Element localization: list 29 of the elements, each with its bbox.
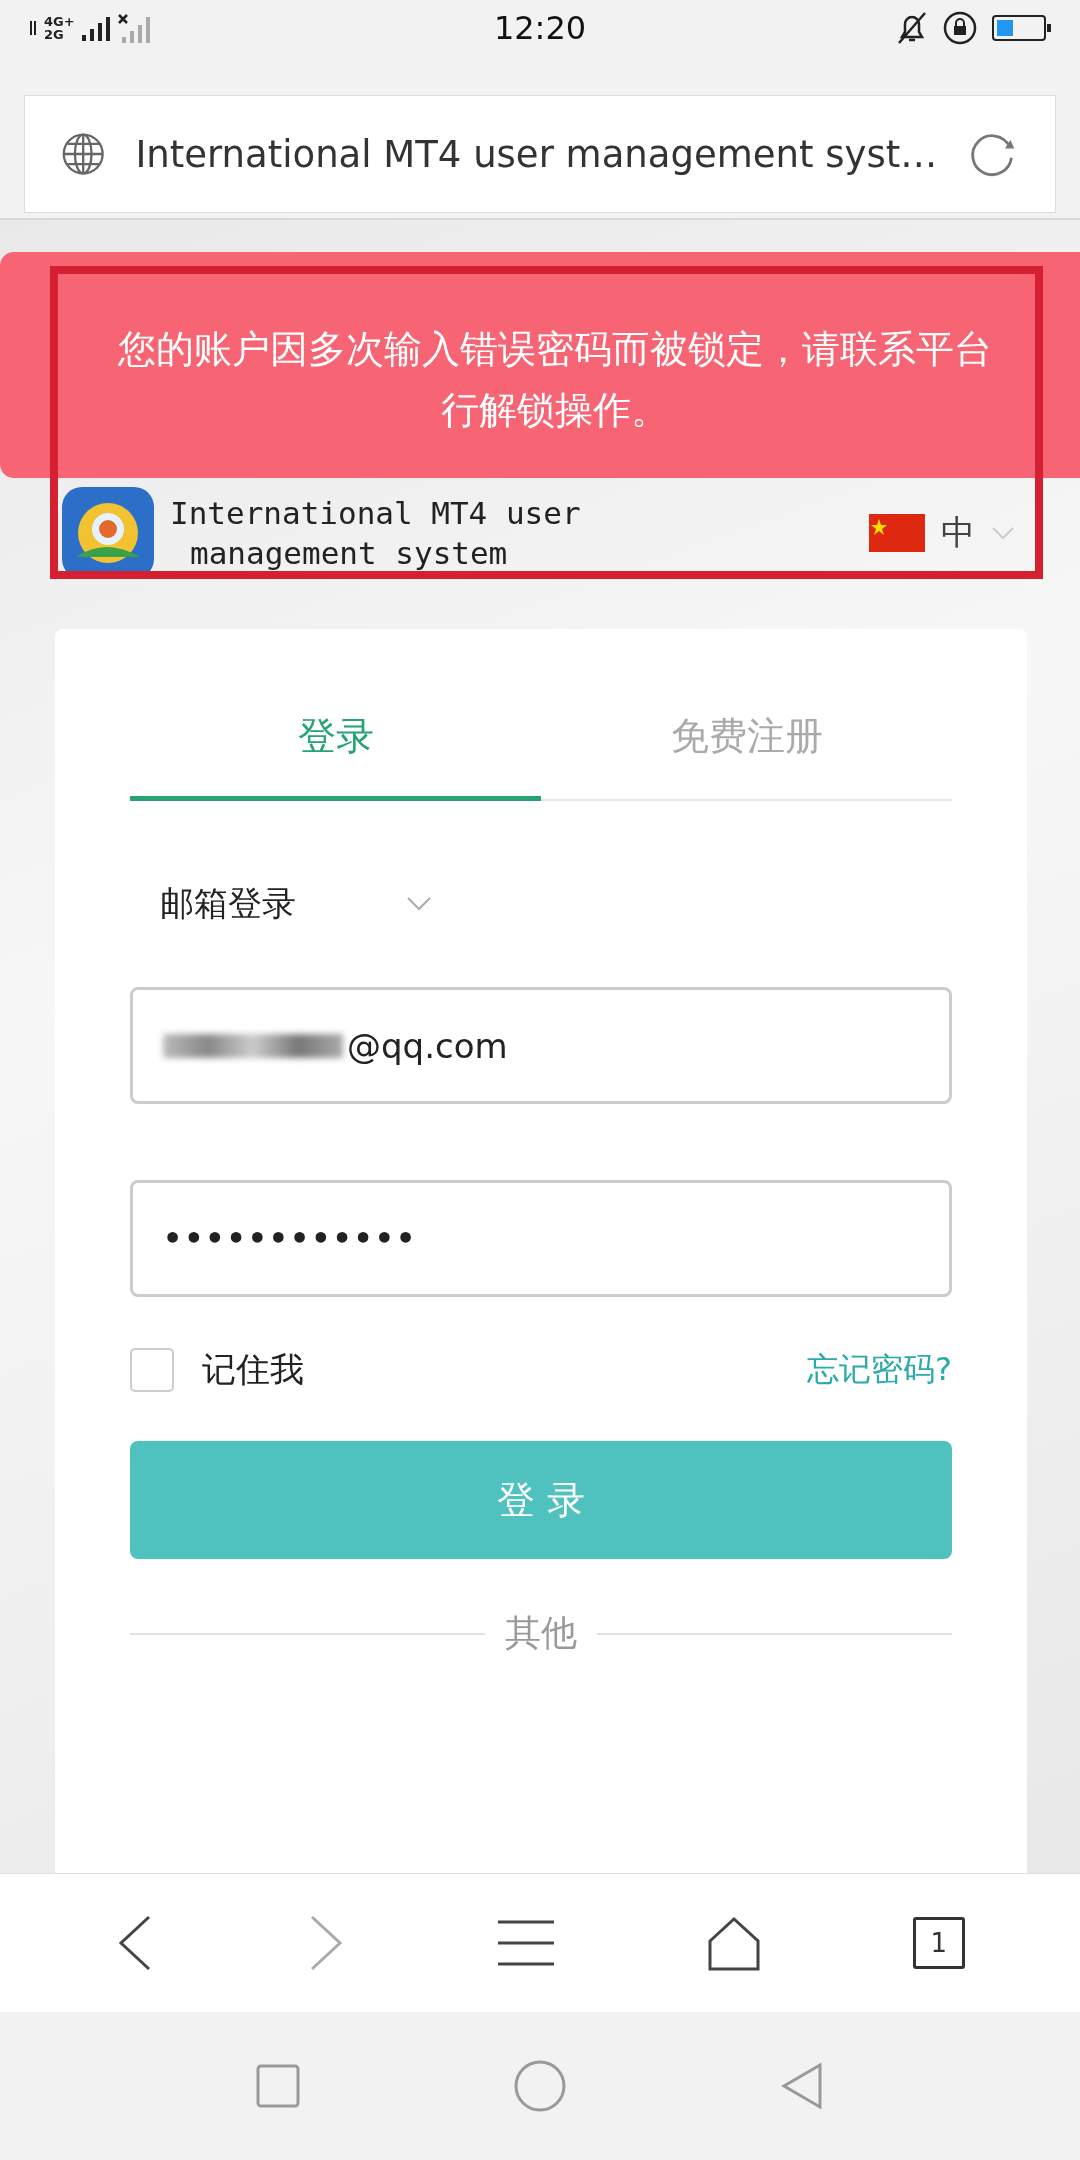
rotation-lock-icon <box>942 9 978 46</box>
network-label: 2G <box>44 27 65 41</box>
remember-label: 记住我 <box>202 1348 304 1391</box>
menu-icon[interactable] <box>495 1918 556 1968</box>
language-selector[interactable]: 中 <box>941 509 975 556</box>
site-title: International MT4 user <box>170 493 581 533</box>
chevron-down-icon[interactable] <box>991 525 1015 540</box>
error-message: 行解锁操作。 <box>441 387 669 434</box>
china-flag-icon <box>869 513 925 552</box>
error-message: 您的账户因多次输入错误密码而被锁定，请联系平台 <box>118 326 992 373</box>
remember-checkbox[interactable] <box>130 1348 174 1392</box>
clock-time: 12:20 <box>492 8 588 47</box>
divider-label: 其他 <box>505 1611 577 1655</box>
email-field[interactable]: @qq.com <box>130 987 952 1104</box>
data-arrows-icon <box>28 20 38 35</box>
address-bar[interactable]: International MT4 user management syst… <box>24 95 1056 213</box>
signal-icon <box>80 14 111 41</box>
password-field[interactable]: •••••••••••• <box>130 1180 952 1297</box>
battery-icon <box>992 13 1052 42</box>
tabs-button[interactable]: 1 <box>912 1917 965 1969</box>
muted-bell-icon <box>896 10 928 45</box>
network-label: 4G+ <box>44 14 75 28</box>
page-title: International MT4 user management syst… <box>135 132 938 176</box>
home-icon[interactable] <box>706 1915 763 1971</box>
globe-icon <box>61 130 106 178</box>
chevron-down-icon <box>406 896 432 912</box>
site-title: management system <box>189 533 509 573</box>
recents-icon[interactable] <box>256 2064 301 2108</box>
login-method-dropdown[interactable]: 邮箱登录 <box>160 871 432 937</box>
